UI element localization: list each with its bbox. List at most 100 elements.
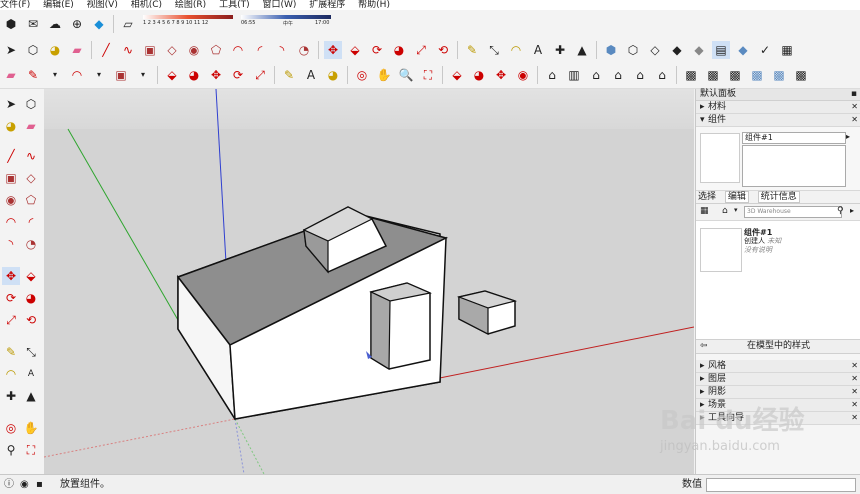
home-icon[interactable]: ⌂ [722,206,728,216]
component-icon[interactable]: ⬡ [22,95,40,113]
top-view-icon[interactable]: ▥ [565,66,583,84]
menu-view[interactable]: 视图(V) [87,0,118,10]
freehand-icon[interactable]: ∿ [22,147,40,165]
3d-warehouse-icon[interactable]: ⬢ [2,15,20,33]
menu-edit[interactable]: 编辑(E) [43,0,74,10]
geo-icon[interactable]: ◉ [20,475,29,494]
position-camera-icon[interactable]: ◕ [470,66,488,84]
trimble-icon[interactable]: ◆ [90,15,108,33]
look-around-icon[interactable]: ◉ [514,66,532,84]
move-icon-2[interactable]: ✥ [207,66,225,84]
polygon-icon[interactable]: ⬠ [207,41,225,59]
section-plane-icon[interactable]: ⬙ [448,66,466,84]
protractor-icon[interactable]: ◠ [2,365,20,383]
menu-window[interactable]: 窗口(W) [262,0,296,10]
tab-statistics[interactable]: 统计信息 [757,191,800,203]
arc-icon[interactable]: ◠ [2,213,20,231]
rotated-rectangle-icon[interactable]: ◇ [22,169,40,187]
axes-icon[interactable]: ✚ [2,387,20,405]
close-icon[interactable]: ✕ [851,386,858,398]
zoom-extents-icon[interactable]: ⛶ [419,66,437,84]
line-icon[interactable]: ╱ [97,41,115,59]
close-icon[interactable]: ✕ [851,101,858,113]
search-icon[interactable]: ⚲ [837,206,844,216]
paint-bucket-icon-2[interactable]: ◕ [324,66,342,84]
push-pull-icon-2[interactable]: ⬙ [163,66,181,84]
measurements-input[interactable] [706,478,856,492]
protractor-icon[interactable]: ◠ [507,41,525,59]
arc-icon[interactable]: ◠ [229,41,247,59]
3d-text-icon[interactable]: ▲ [573,41,591,59]
zoom-icon[interactable]: ⚲ [2,441,20,459]
offset-icon[interactable]: ⟲ [22,311,40,329]
details-icon[interactable]: ▸ [850,206,854,215]
tab-edit[interactable]: 编辑 [724,191,749,203]
style-mono-icon[interactable]: ▩ [792,66,810,84]
tray-section-shadows[interactable]: ▸ 阴影 ✕ [696,386,860,399]
move-icon[interactable]: ✥ [324,40,342,59]
list-item-thumbnail[interactable] [700,228,742,272]
close-icon[interactable]: ✕ [851,114,858,126]
chevron-down-icon[interactable]: ▾ [134,66,152,84]
zoom-extents-icon[interactable]: ⛶ [22,441,40,459]
3d-text-icon[interactable]: ▲ [22,387,40,405]
chevron-down-icon[interactable]: ▾ [46,66,64,84]
two-point-arc-icon[interactable]: ◜ [251,41,269,59]
tape-measure-icon[interactable]: ✎ [463,41,481,59]
back-view-icon[interactable]: ⌂ [631,66,649,84]
model-styles-row[interactable]: ⇦ 在模型中的样式 [696,340,860,354]
style-xray-icon[interactable]: ▩ [682,66,700,84]
menu-extensions[interactable]: 扩展程序 [309,0,345,10]
follow-me-icon[interactable]: ◕ [22,289,40,307]
freehand-icon[interactable]: ∿ [119,41,137,59]
scene-canvas[interactable] [44,89,694,474]
menu-camera[interactable]: 相机(C) [131,0,162,10]
zoom-icon[interactable]: 🔍 [397,66,415,84]
eraser-icon[interactable]: ▰ [22,117,40,135]
axes-icon[interactable]: ✚ [551,41,569,59]
eraser-style-icon[interactable]: ▱ [119,15,137,33]
tray-section-styles[interactable]: ▸ 风格 ✕ [696,360,860,373]
orbit-icon[interactable]: ◎ [353,66,371,84]
text-icon[interactable]: A [22,365,40,383]
tray-pin-icon[interactable]: ▪ [851,89,857,100]
eraser-icon-2[interactable]: ▰ [2,66,20,84]
three-point-arc-icon[interactable]: ◝ [273,41,291,59]
line-icon[interactable]: ╱ [2,147,20,165]
tray-section-materials[interactable]: ▸ 材料 ✕ [696,101,860,114]
dimension-icon[interactable]: ⤡ [22,343,40,361]
shaded-textures-icon[interactable]: ▤ [712,40,730,59]
two-point-arc-icon[interactable]: ◜ [22,213,40,231]
tape-measure-icon-2[interactable]: ✎ [280,66,298,84]
share-model-icon[interactable]: ✉ [24,15,42,33]
move-icon[interactable]: ✥ [2,267,20,285]
dimension-icon[interactable]: ⤡ [485,41,503,59]
orbit-icon[interactable]: ◎ [2,419,20,437]
search-input[interactable]: 3D Warehouse [744,206,842,218]
style-shaded-icon[interactable]: ▩ [748,66,766,84]
rotate-icon[interactable]: ⟳ [2,289,20,307]
menu-file[interactable]: 文件(F) [0,0,30,10]
pan-icon[interactable]: ✋ [22,419,40,437]
walk-icon[interactable]: ✥ [492,66,510,84]
shadow-time-slider[interactable] [241,15,331,19]
hidden-line-icon[interactable]: ◆ [668,41,686,59]
details-arrow-icon[interactable]: ▸ [846,132,850,141]
monochrome-icon[interactable]: ◆ [734,41,752,59]
close-icon[interactable]: ✕ [851,360,858,372]
chevron-down-icon[interactable]: ▾ [734,206,738,214]
pencil-icon[interactable]: ✎ [24,66,42,84]
info-icon[interactable]: ⓘ [4,475,14,494]
scale-icon[interactable]: ⤢ [412,41,430,59]
right-view-icon[interactable]: ⌂ [609,66,627,84]
tab-select[interactable]: 选择 [698,192,716,202]
component-icon[interactable]: ⬡ [24,41,42,59]
offset-icon[interactable]: ⟲ [434,41,452,59]
tray-section-layers[interactable]: ▸ 图层 ✕ [696,373,860,386]
check-icon[interactable]: ✓ [756,41,774,59]
eraser-icon[interactable]: ▰ [68,41,86,59]
rotate-icon-2[interactable]: ⟳ [229,66,247,84]
pie-icon[interactable]: ◔ [22,235,40,253]
pan-icon[interactable]: ✋ [375,66,393,84]
tray-section-components[interactable]: ▾ 组件 ✕ [696,114,860,127]
